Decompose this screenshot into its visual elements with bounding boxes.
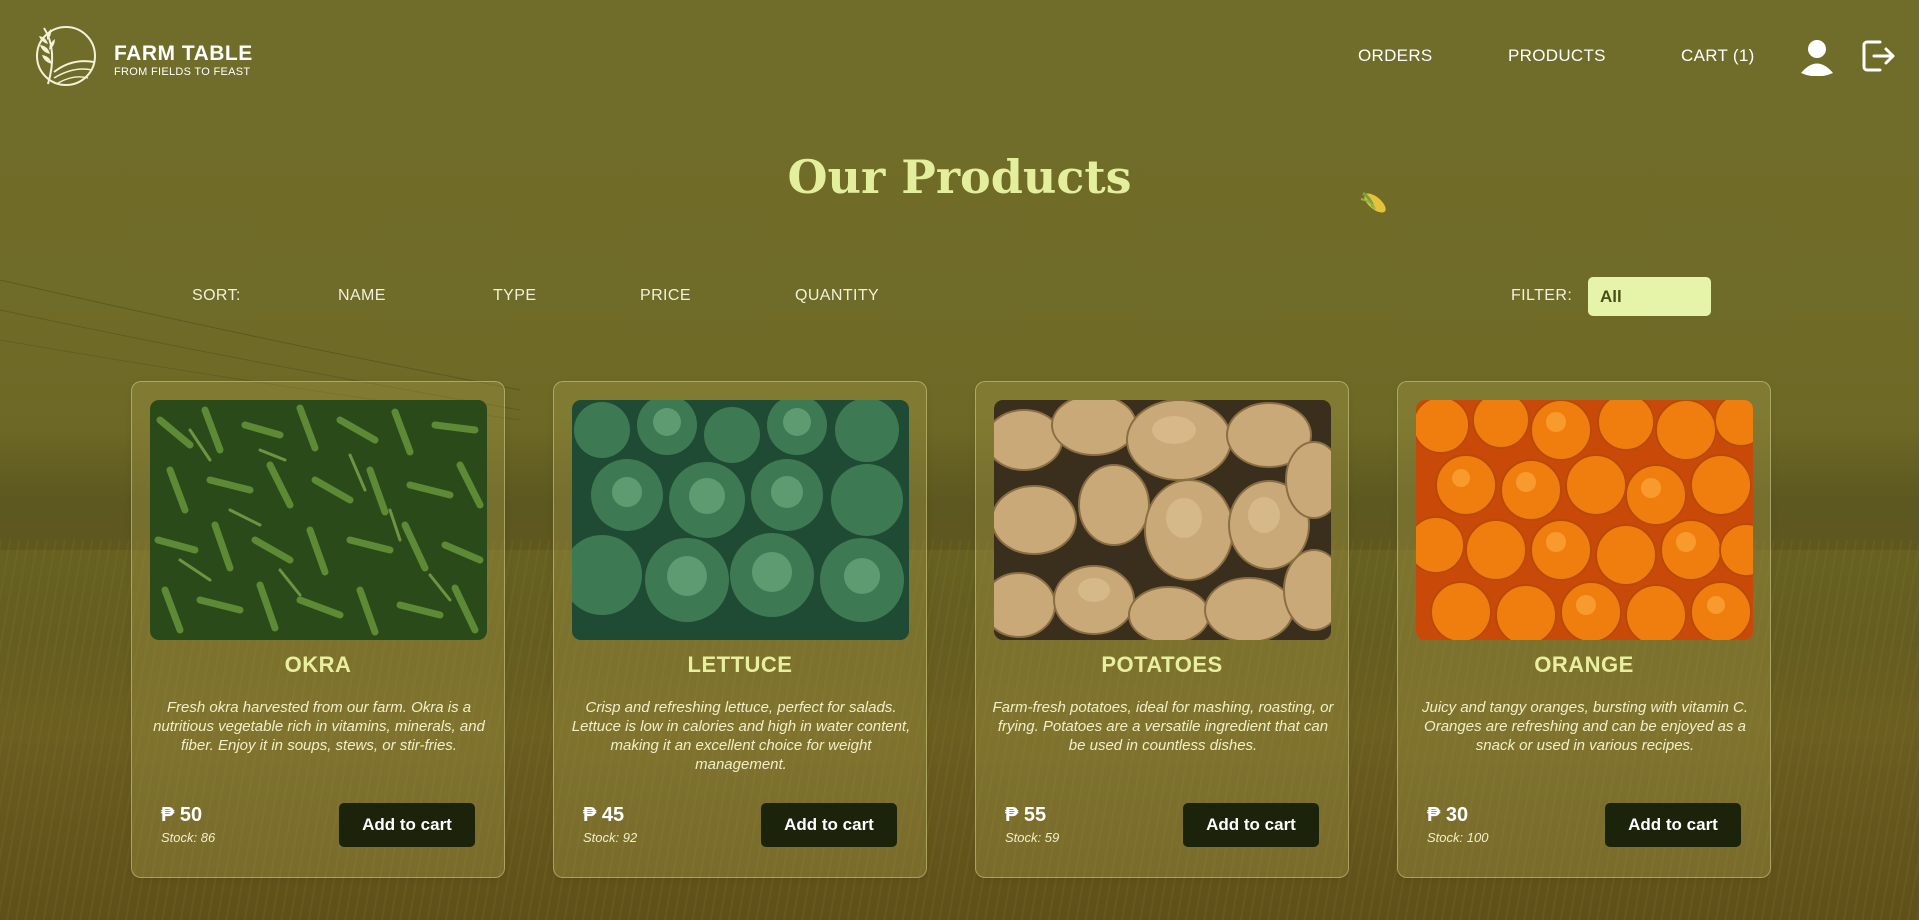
brand-title: FARM TABLE xyxy=(114,42,253,65)
sort-price[interactable]: PRICE xyxy=(640,287,691,305)
product-description: Fresh okra harvested from our farm. Okra… xyxy=(153,699,485,754)
corn-icon xyxy=(1360,191,1386,213)
product-card-orange: ORANGE Juicy and tangy oranges, bursting… xyxy=(1397,381,1771,878)
nav-orders[interactable]: ORDERS xyxy=(1358,46,1433,66)
brand-tagline: FROM FIELDS TO FEAST xyxy=(114,66,251,78)
product-price: ₱ 30 xyxy=(1427,804,1469,826)
product-description: Juicy and tangy oranges, bursting with v… xyxy=(1422,699,1748,754)
header: FARM TABLE FROM FIELDS TO FEAST ORDERS P… xyxy=(0,0,1919,115)
product-name: LETTUCE xyxy=(687,652,793,677)
product-stock: Stock: 100 xyxy=(1427,830,1489,845)
brand-logo[interactable]: FARM TABLE FROM FIELDS TO FEAST xyxy=(34,22,274,90)
sort-name[interactable]: NAME xyxy=(338,287,386,305)
add-to-cart-button[interactable]: Add to cart xyxy=(1605,803,1741,847)
logout-icon[interactable] xyxy=(1860,38,1896,74)
page-title: Our Products xyxy=(787,150,1132,204)
wheat-logo-icon xyxy=(36,26,96,86)
product-card-potatoes: POTATOES Farm-fresh potatoes, ideal for … xyxy=(975,381,1349,878)
add-to-cart-button[interactable]: Add to cart xyxy=(339,803,475,847)
product-stock: Stock: 59 xyxy=(1005,830,1060,845)
sort-quantity[interactable]: QUANTITY xyxy=(795,287,879,305)
product-name: ORANGE xyxy=(1534,652,1634,677)
product-image-lettuce xyxy=(572,400,909,640)
add-to-cart-button[interactable]: Add to cart xyxy=(761,803,897,847)
sort-type[interactable]: TYPE xyxy=(493,287,536,305)
product-stock: Stock: 92 xyxy=(583,830,638,845)
product-price: ₱ 55 xyxy=(1005,804,1047,826)
product-image-orange xyxy=(1416,400,1753,640)
product-description: Crisp and refreshing lettuce, perfect fo… xyxy=(571,699,911,773)
product-image-okra xyxy=(150,400,487,640)
product-image-potatoes xyxy=(994,400,1331,640)
product-description: Farm-fresh potatoes, ideal for mashing, … xyxy=(992,699,1334,754)
product-price: ₱ 50 xyxy=(161,804,203,826)
user-icon[interactable] xyxy=(1799,38,1835,76)
add-to-cart-button[interactable]: Add to cart xyxy=(1183,803,1319,847)
filter-select[interactable]: All xyxy=(1588,277,1711,316)
product-stock: Stock: 86 xyxy=(161,830,216,845)
product-price: ₱ 45 xyxy=(583,804,625,826)
product-name: OKRA xyxy=(284,652,352,677)
sort-label: SORT: xyxy=(192,287,241,304)
nav-cart[interactable]: CART (1) xyxy=(1681,46,1755,66)
product-name: POTATOES xyxy=(1101,652,1223,677)
filter-label: FILTER: xyxy=(1511,287,1573,304)
nav-products[interactable]: PRODUCTS xyxy=(1508,46,1606,66)
product-card-lettuce: LETTUCE Crisp and refreshing lettuce, pe… xyxy=(553,381,927,878)
product-card-okra: OKRA Fresh okra harvested from our farm.… xyxy=(131,381,505,878)
